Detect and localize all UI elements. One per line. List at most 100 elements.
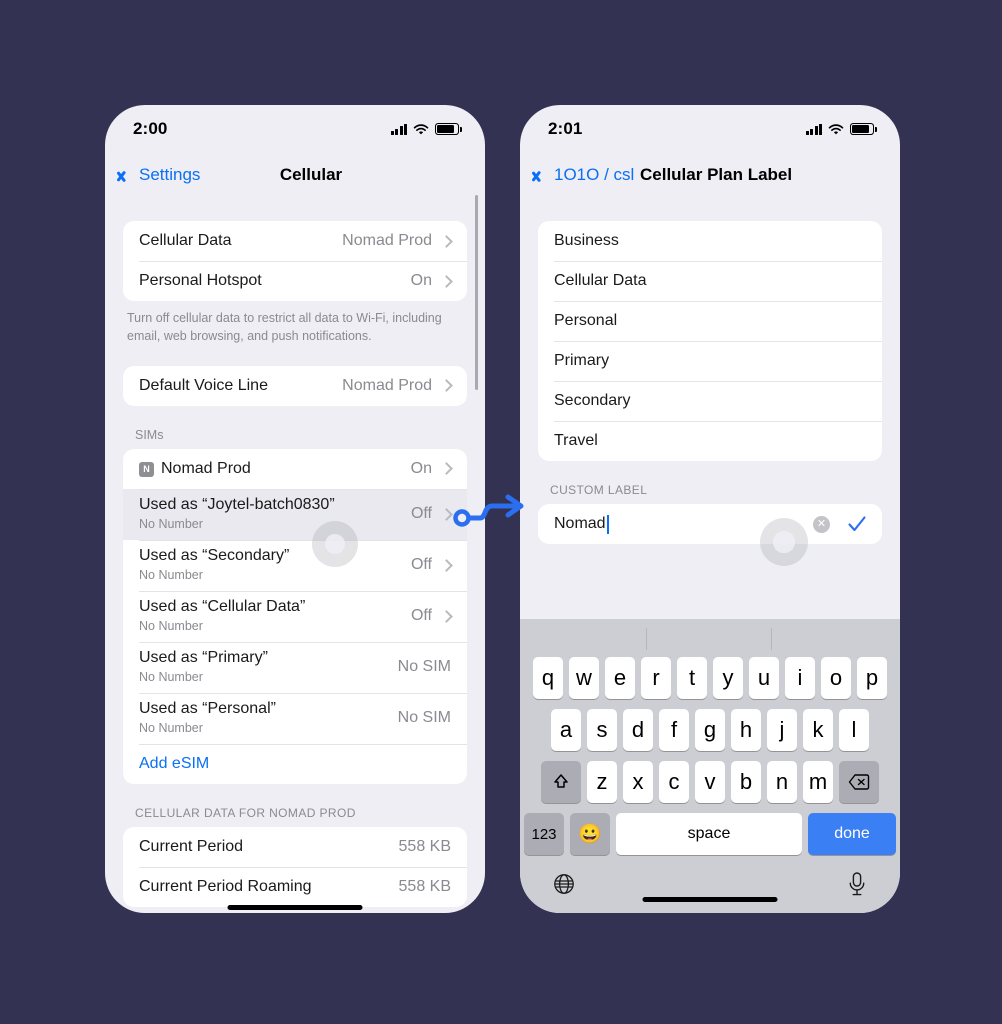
chevron-right-icon [440,558,453,572]
vertical-scrollbar[interactable] [475,195,478,390]
option-travel[interactable]: Travel [538,421,882,461]
label-options-card: Business Cellular Data Personal Primary … [538,221,882,461]
key-d[interactable]: d [623,709,653,751]
key-n[interactable]: n [767,761,797,803]
key-p[interactable]: p [857,657,887,699]
key-y[interactable]: y [713,657,743,699]
clear-circle-icon[interactable]: ✕ [813,515,830,533]
key-a[interactable]: a [551,709,581,751]
key-h[interactable]: h [731,709,761,751]
row-text-block: Used as “Personal” No Number [139,699,398,736]
back-button-carrier[interactable]: 1O1O / csl [538,165,634,185]
keyboard-bottom-bar [520,859,900,913]
row-cellular-data[interactable]: Cellular Data Nomad Prod [123,221,467,261]
space-key[interactable]: space [616,813,802,855]
curved-arrow-icon [450,492,530,549]
key-k[interactable]: k [803,709,833,751]
row-value: No SIM [397,658,451,675]
globe-icon[interactable] [552,872,576,901]
option-label: Business [554,232,619,249]
custom-label-input-row[interactable]: Nomad ✕ [538,504,882,544]
row-current-period-roaming: Current Period Roaming 558 KB [123,866,467,907]
option-cellular-data[interactable]: Cellular Data [538,261,882,301]
row-label: Default Voice Line [139,376,268,394]
sims-card: N Nomad Prod On Used as “Joytel-batch0830… [123,448,467,784]
phone-screen-cellular-settings: 2:00 Settings Cellular Cellular Data Nom… [105,105,485,913]
option-business[interactable]: Business [538,221,882,261]
key-q[interactable]: q [533,657,563,699]
key-f[interactable]: f [659,709,689,751]
sim-row-personal[interactable]: Used as “Personal” No Number No SIM [123,692,467,744]
add-esim-button[interactable]: Add eSIM [123,743,467,784]
row-personal-hotspot[interactable]: Personal Hotspot On [123,261,467,301]
back-button-settings[interactable]: Settings [123,165,200,185]
row-value: Off [410,505,432,522]
row-text-block: Used as “Secondary” No Number [139,546,411,583]
microphone-icon[interactable] [846,871,868,902]
checkmark-icon[interactable] [846,513,868,535]
keyboard-row-4: 123 😀 space done [520,813,900,855]
key-z[interactable]: z [587,761,617,803]
row-label: Used as “Primary” [139,649,268,667]
custom-label-input[interactable]: Nomad [554,514,813,534]
key-b[interactable]: b [731,761,761,803]
row-value: On [410,459,432,477]
status-bar-icons [390,123,462,135]
suggestion-bar [520,619,900,657]
option-secondary[interactable]: Secondary [538,381,882,421]
add-esim-label: Add eSIM [139,754,210,772]
key-x[interactable]: x [623,761,653,803]
key-j[interactable]: j [767,709,797,751]
navigation-bar: Settings Cellular [105,153,485,197]
chevron-left-icon [123,166,134,185]
row-label: Current Period Roaming [139,877,312,895]
sim-row-primary[interactable]: Used as “Primary” No Number No SIM [123,641,467,693]
option-personal[interactable]: Personal [538,301,882,341]
key-i[interactable]: i [785,657,815,699]
cellular-bars-icon [390,123,407,135]
key-m[interactable]: m [803,761,833,803]
backspace-icon[interactable] [839,761,879,803]
sim-row-joytel-batch0830[interactable]: Used as “Joytel-batch0830” No Number Off [123,488,467,540]
battery-icon [850,123,877,135]
key-u[interactable]: u [749,657,779,699]
custom-label-value: Nomad [554,515,606,532]
option-label: Personal [554,312,618,329]
key-w[interactable]: w [569,657,599,699]
key-r[interactable]: r [641,657,671,699]
key-g[interactable]: g [695,709,725,751]
text-caret [606,514,609,534]
home-indicator [227,905,363,910]
settings-content: Cellular Data Nomad Prod Personal Hotspo… [105,197,485,907]
key-l[interactable]: l [839,709,869,751]
emoji-smiley-icon[interactable]: 😀 [570,813,610,855]
option-label: Primary [554,352,610,369]
sim-row-cellular-data[interactable]: Used as “Cellular Data” No Number Off [123,590,467,642]
sim-name: Nomad Prod [161,459,251,477]
key-v[interactable]: v [695,761,725,803]
row-default-voice-line[interactable]: Default Voice Line Nomad Prod [123,366,467,406]
option-primary[interactable]: Primary [538,341,882,381]
wifi-icon [413,123,429,135]
cellular-bars-icon [805,123,822,135]
row-value: Nomad Prod [342,376,432,394]
sim-row-nomad-prod[interactable]: N Nomad Prod On [123,449,467,489]
key-s[interactable]: s [587,709,617,751]
row-label: Used as “Secondary” [139,547,290,565]
shift-arrow-icon[interactable] [541,761,581,803]
numbers-key[interactable]: 123 [524,813,564,855]
key-o[interactable]: o [821,657,851,699]
key-t[interactable]: t [677,657,707,699]
data-usage-card: Current Period 558 KB Current Period Roa… [123,826,467,907]
default-voice-line-card: Default Voice Line Nomad Prod [123,365,467,406]
row-label: Used as “Personal” [139,700,276,718]
key-e[interactable]: e [605,657,635,699]
back-button-label: 1O1O / csl [554,165,635,184]
status-bar-time: 2:00 [133,119,168,138]
done-key[interactable]: done [808,813,896,855]
sim-row-secondary[interactable]: Used as “Secondary” No Number Off [123,539,467,591]
navigation-bar: 1O1O / csl Cellular Plan Label [520,153,900,197]
home-indicator [642,897,778,902]
chevron-left-icon [538,166,549,185]
key-c[interactable]: c [659,761,689,803]
